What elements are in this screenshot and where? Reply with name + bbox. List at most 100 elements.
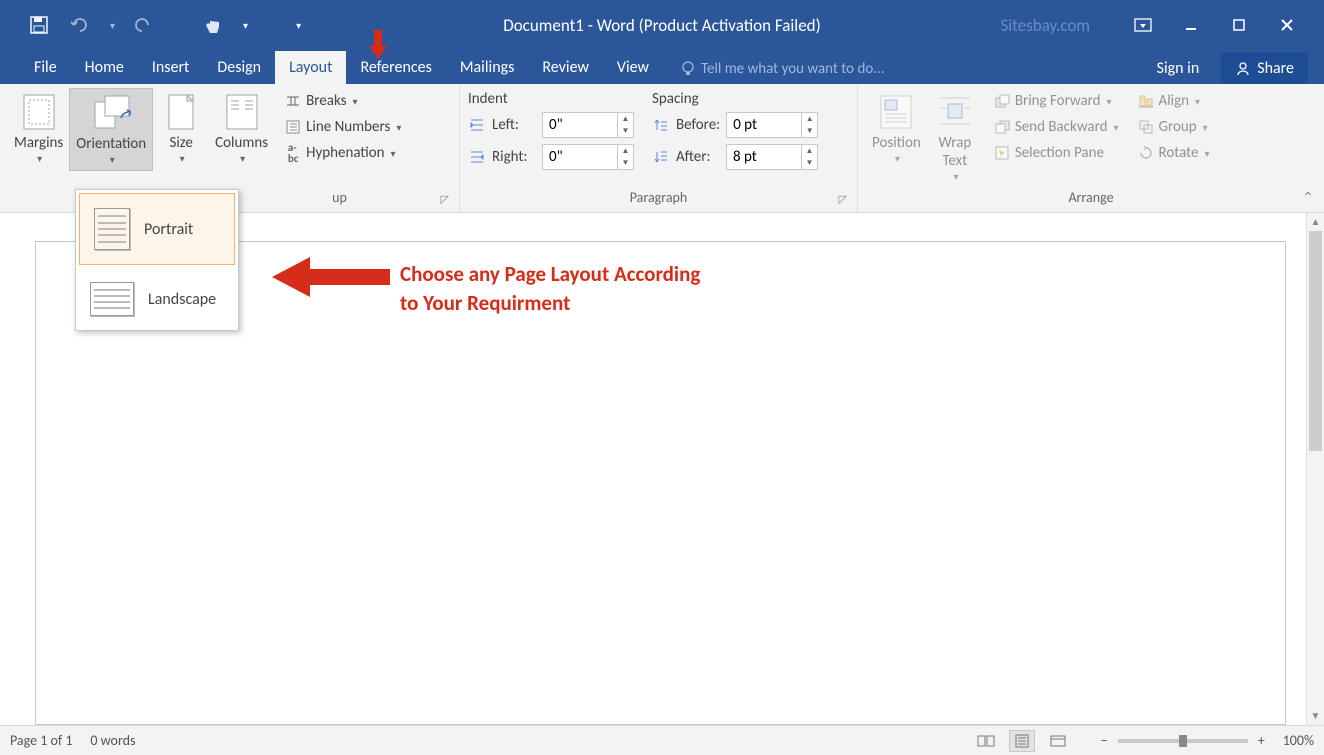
- orientation-portrait-item[interactable]: Portrait: [79, 193, 235, 265]
- orientation-button[interactable]: Orientation ▾: [69, 88, 153, 171]
- indent-left-input[interactable]: ▲▼: [542, 112, 634, 138]
- tell-me-search[interactable]: Tell me what you want to do...: [671, 54, 895, 84]
- print-layout-icon[interactable]: [1009, 730, 1035, 752]
- page-setup-launcher-icon[interactable]: ◸: [441, 193, 449, 206]
- spacing-before-field[interactable]: [727, 114, 801, 136]
- tab-mailings[interactable]: Mailings: [446, 51, 529, 84]
- scroll-up-icon[interactable]: ▲: [1307, 213, 1324, 231]
- web-layout-icon[interactable]: [1045, 730, 1071, 752]
- group-objects-button[interactable]: Group ▾: [1133, 116, 1214, 138]
- annotation-arrow-down-icon: [369, 30, 387, 60]
- page-status[interactable]: Page 1 of 1: [10, 732, 72, 749]
- indent-right-icon: [468, 148, 486, 166]
- undo-icon[interactable]: [68, 14, 90, 36]
- ribbon-display-icon[interactable]: [1130, 12, 1156, 38]
- tab-home[interactable]: Home: [71, 51, 138, 84]
- indent-right-field[interactable]: [543, 146, 617, 168]
- spin-down-icon[interactable]: ▼: [618, 125, 633, 137]
- chevron-down-icon: ▾: [1195, 95, 1200, 108]
- orientation-icon: [91, 93, 131, 133]
- scroll-down-icon[interactable]: ▼: [1307, 707, 1324, 725]
- zoom-slider-thumb[interactable]: [1179, 735, 1187, 747]
- vertical-scrollbar[interactable]: ▲ ▼: [1306, 213, 1324, 725]
- wrap-text-icon: [935, 92, 975, 132]
- sign-in-button[interactable]: Sign in: [1149, 53, 1208, 84]
- align-button[interactable]: Align ▾: [1133, 90, 1214, 112]
- window-title: Document1 - Word (Product Activation Fai…: [503, 15, 821, 36]
- word-count[interactable]: 0 words: [90, 732, 135, 749]
- rotate-button[interactable]: Rotate ▾: [1133, 142, 1214, 164]
- spin-up-icon[interactable]: ▲: [802, 113, 817, 125]
- tab-design[interactable]: Design: [203, 51, 275, 84]
- bring-forward-button[interactable]: Bring Forward ▾: [989, 90, 1123, 112]
- ribbon-tabs: File Home Insert Design Layout Reference…: [0, 50, 1324, 84]
- chevron-down-icon: ▾: [1107, 95, 1112, 108]
- scroll-thumb[interactable]: [1309, 231, 1322, 451]
- columns-button[interactable]: Columns ▾: [209, 88, 274, 169]
- collapse-ribbon-icon[interactable]: ⌃: [1302, 189, 1314, 206]
- orientation-landscape-item[interactable]: Landscape: [76, 268, 238, 330]
- selection-pane-button[interactable]: Selection Pane: [989, 142, 1123, 164]
- wrap-text-button[interactable]: Wrap Text ▾: [927, 88, 983, 187]
- spin-up-icon[interactable]: ▲: [802, 145, 817, 157]
- chevron-down-icon: ▾: [240, 152, 245, 165]
- position-label: Position: [872, 134, 921, 152]
- position-button[interactable]: Position ▾: [866, 88, 927, 169]
- tab-review[interactable]: Review: [528, 51, 603, 84]
- hyphenation-button[interactable]: a-bc Hyphenation ▾: [280, 142, 405, 164]
- touch-dropdown-icon[interactable]: ▾: [243, 19, 248, 32]
- margins-button[interactable]: Margins ▾: [8, 88, 69, 169]
- paragraph-group-label: Paragraph ◸: [468, 189, 849, 210]
- touch-mode-icon[interactable]: [201, 14, 223, 36]
- zoom-slider[interactable]: [1118, 739, 1248, 743]
- redo-icon[interactable]: [133, 14, 155, 36]
- spin-down-icon[interactable]: ▼: [802, 125, 817, 137]
- share-button[interactable]: Share: [1221, 53, 1308, 84]
- size-icon: [161, 92, 201, 132]
- spacing-after-label: After:: [676, 148, 720, 166]
- align-icon: [1137, 92, 1155, 110]
- tab-layout[interactable]: Layout: [275, 51, 346, 84]
- send-backward-label: Send Backward: [1015, 118, 1108, 136]
- zoom-in-button[interactable]: +: [1258, 732, 1265, 749]
- spacing-after-input[interactable]: ▲▼: [726, 144, 818, 170]
- tab-references[interactable]: References: [346, 51, 445, 84]
- undo-dropdown-icon[interactable]: ▾: [110, 19, 115, 32]
- indent-right-input[interactable]: ▲▼: [542, 144, 634, 170]
- zoom-level[interactable]: 100%: [1283, 732, 1314, 749]
- arrange-group-label: Arrange: [866, 189, 1316, 210]
- read-mode-icon[interactable]: [973, 730, 999, 752]
- spacing-header: Spacing: [652, 88, 818, 112]
- tab-insert[interactable]: Insert: [138, 51, 204, 84]
- spin-down-icon[interactable]: ▼: [618, 157, 633, 169]
- qat-customize-icon[interactable]: ▾: [296, 19, 301, 32]
- indent-header: Indent: [468, 88, 634, 112]
- margins-icon: [19, 92, 59, 132]
- tab-file[interactable]: File: [20, 51, 71, 84]
- annotation-text: Choose any Page Layout According to Your…: [400, 260, 700, 319]
- group-arrange: Position ▾ Wrap Text ▾ Bring Forward ▾ S: [858, 84, 1324, 212]
- spacing-before-input[interactable]: ▲▼: [726, 112, 818, 138]
- close-icon[interactable]: [1274, 12, 1300, 38]
- bring-forward-label: Bring Forward: [1015, 92, 1101, 110]
- tell-me-placeholder: Tell me what you want to do...: [701, 60, 885, 78]
- tab-view[interactable]: View: [603, 51, 663, 84]
- indent-left-field[interactable]: [543, 114, 617, 136]
- minimize-icon[interactable]: [1178, 12, 1204, 38]
- size-button[interactable]: Size ▾: [153, 88, 209, 169]
- breaks-button[interactable]: Breaks ▾: [280, 90, 405, 112]
- spin-up-icon[interactable]: ▲: [618, 113, 633, 125]
- spin-down-icon[interactable]: ▼: [802, 157, 817, 169]
- tabs-right: Sign in Share: [1149, 53, 1324, 84]
- spacing-after-field[interactable]: [727, 146, 801, 168]
- line-numbers-label: Line Numbers: [306, 118, 390, 136]
- maximize-icon[interactable]: [1226, 12, 1252, 38]
- align-label: Align: [1159, 92, 1190, 110]
- spin-up-icon[interactable]: ▲: [618, 145, 633, 157]
- line-numbers-button[interactable]: Line Numbers ▾: [280, 116, 405, 138]
- send-backward-button[interactable]: Send Backward ▾: [989, 116, 1123, 138]
- paragraph-launcher-icon[interactable]: ◸: [839, 193, 847, 206]
- save-icon[interactable]: [28, 14, 50, 36]
- zoom-out-button[interactable]: −: [1101, 732, 1108, 749]
- lightbulb-icon: [681, 61, 695, 77]
